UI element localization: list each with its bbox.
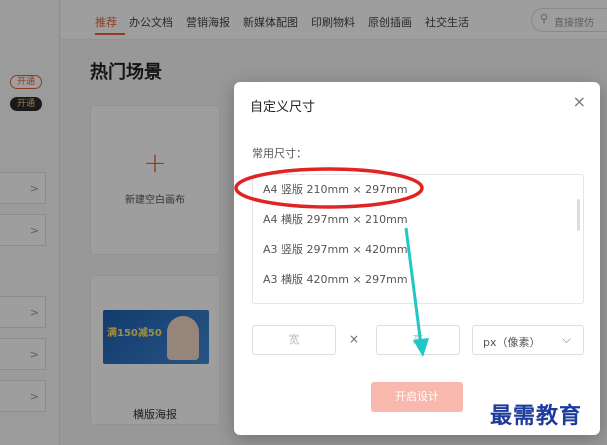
size-option-a3-portrait[interactable]: A3 竖版 297mm × 420mm xyxy=(253,235,573,265)
close-icon[interactable]: × xyxy=(573,92,586,112)
chevron-down-icon: ⌵ xyxy=(561,332,571,346)
times-sign: × xyxy=(349,332,360,346)
custom-size-dialog: 自定义尺寸 × 常用尺寸： A4 竖版 210mm × 297mm A4 横版 … xyxy=(234,82,600,435)
dialog-title: 自定义尺寸 xyxy=(250,100,316,115)
scrollbar[interactable] xyxy=(577,199,580,231)
size-option-a4-landscape[interactable]: A4 横版 297mm × 210mm xyxy=(253,205,573,235)
size-option-a4-portrait[interactable]: A4 竖版 210mm × 297mm xyxy=(253,175,573,205)
unit-select[interactable]: px（像素） ⌵ xyxy=(472,325,584,355)
height-input[interactable]: 高 xyxy=(376,325,460,355)
common-sizes-label: 常用尺寸： xyxy=(252,147,307,160)
unit-selected-value: px（像素） xyxy=(483,336,541,349)
size-option-a3-landscape[interactable]: A3 横版 420mm × 297mm xyxy=(253,265,573,295)
size-option-list[interactable]: A4 竖版 210mm × 297mm A4 横版 297mm × 210mm … xyxy=(252,174,584,304)
watermark: 最需教育 xyxy=(490,403,583,429)
width-input[interactable]: 宽 xyxy=(252,325,336,355)
start-design-button[interactable]: 开启设计 xyxy=(371,382,463,412)
size-option-a5-portrait[interactable]: A5 竖版 148mm × 210mm xyxy=(253,295,573,303)
